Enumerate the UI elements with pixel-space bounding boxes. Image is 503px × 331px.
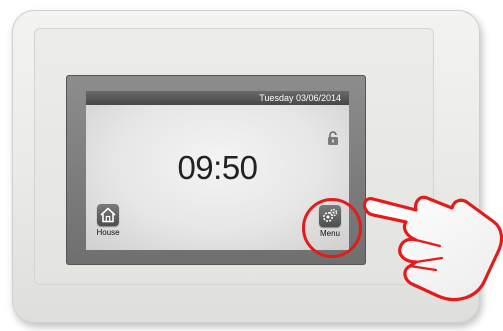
menu-highlight-circle (302, 198, 362, 258)
status-bar: Tuesday 03/06/2014 (86, 91, 349, 105)
pointing-hand-icon (362, 195, 503, 302)
date-display: Tuesday 03/06/2014 (259, 93, 341, 103)
clock-time: 09:50 (177, 149, 258, 186)
house-tile (97, 204, 119, 226)
unlocked-padlock-icon[interactable] (327, 131, 339, 145)
house-button-label: House (96, 228, 120, 237)
house-icon (100, 207, 116, 223)
house-button[interactable]: House (89, 204, 127, 250)
